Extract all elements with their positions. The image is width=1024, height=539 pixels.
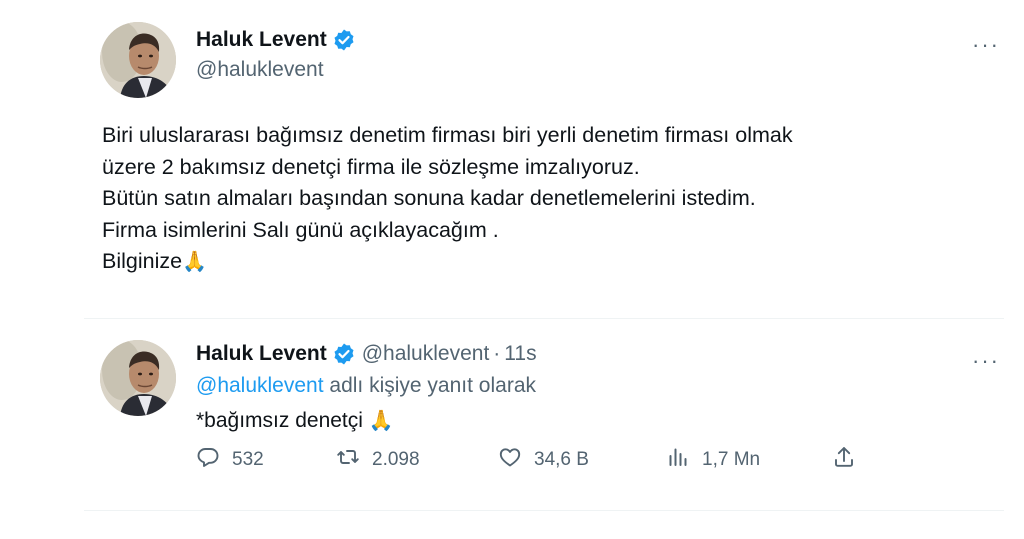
reply-count: 532 — [232, 449, 264, 470]
retweet-count: 2.098 — [372, 449, 420, 470]
replying-to: @halukl​event adlı kişiye yanıt olarak — [196, 374, 537, 398]
reply-button[interactable]: 532 — [196, 445, 264, 475]
tweet-text-line: Firma isimlerini Salı günü açıklayacağım… — [102, 217, 499, 242]
like-button[interactable]: 34,6 B — [498, 445, 589, 475]
timestamp[interactable]: 11s — [504, 342, 536, 366]
tweet-text: Biri uluslararası bağımsız denetim firma… — [102, 120, 1002, 279]
verified-badge-icon — [332, 28, 356, 52]
mention-link[interactable]: @halukl​event — [196, 374, 324, 397]
tweet-text-line: üzere 2 bakımsız denetçi firma ile sözle… — [102, 154, 640, 179]
reply-body: Haluk Levent @halukl​event · 11s @halukl… — [196, 342, 537, 433]
tweet-text-fragment: Bilginize — [102, 249, 183, 273]
separator-dot: · — [493, 342, 501, 365]
user-handle[interactable]: @halukl​event — [196, 58, 356, 82]
reply-header: Haluk Levent @halukl​event · 11s — [196, 342, 537, 366]
views-button[interactable]: 1,7 Mn — [666, 445, 760, 475]
retweet-icon — [336, 445, 360, 475]
reply-text-fragment: *bağımsız denetçi — [196, 409, 369, 432]
more-options-button[interactable]: ··· — [972, 350, 1000, 372]
folded-hands-emoji: 🙏 — [182, 251, 207, 273]
reply-icon — [196, 445, 220, 475]
retweet-button[interactable]: 2.098 — [336, 445, 420, 475]
verified-badge-icon — [332, 342, 356, 366]
reply-tweet[interactable]: Haluk Levent @halukl​event · 11s @halukl… — [100, 332, 1000, 512]
avatar[interactable] — [100, 340, 176, 416]
name-row: Haluk Levent — [196, 28, 356, 52]
tweet-text-line-last: Bilginize🙏 — [102, 246, 1002, 279]
folded-hands-emoji: 🙏 — [368, 410, 394, 432]
heart-icon — [498, 445, 522, 475]
tweet-text-line: Biri uluslararası bağımsız denetim firma… — [102, 123, 793, 147]
divider — [84, 318, 1004, 319]
replying-to-label: adlı kişiye yanıt olarak — [323, 374, 536, 397]
avatar[interactable] — [100, 22, 176, 98]
display-name[interactable]: Haluk Levent — [196, 342, 327, 366]
more-options-button[interactable]: ··· — [972, 34, 1000, 56]
tweet-header: Haluk Levent @halukl​event — [196, 28, 356, 82]
tweet-page: Haluk Levent @halukl​event ··· Biri ulus… — [0, 0, 1024, 539]
user-handle[interactable]: @halukl​event — [362, 342, 490, 366]
views-icon — [666, 445, 690, 475]
divider — [84, 510, 1004, 511]
view-count: 1,7 Mn — [702, 449, 761, 470]
like-count: 34,6 B — [534, 449, 589, 470]
reply-text: *bağımsız denetçi 🙏 — [196, 408, 537, 433]
share-icon — [832, 445, 856, 475]
tweet-text-line: Bütün satın almaları başından sonuna kad… — [102, 186, 756, 210]
display-name[interactable]: Haluk Levent — [196, 28, 327, 52]
share-button[interactable] — [832, 445, 856, 475]
